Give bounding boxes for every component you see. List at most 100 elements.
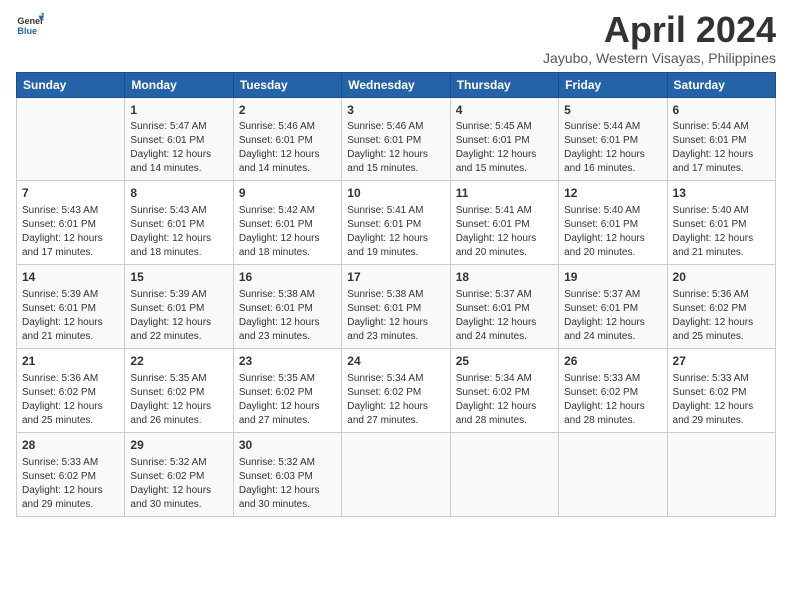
day-number: 5 xyxy=(564,102,661,119)
day-number: 16 xyxy=(239,269,336,286)
day-info: Sunrise: 5:33 AM Sunset: 6:02 PM Dayligh… xyxy=(22,456,119,512)
day-cell xyxy=(450,432,558,516)
day-info: Sunrise: 5:41 AM Sunset: 6:01 PM Dayligh… xyxy=(456,204,553,260)
page-header: General Blue April 2024 Jayubo, Western … xyxy=(16,10,776,66)
day-number: 22 xyxy=(130,353,227,370)
day-cell: 14Sunrise: 5:39 AM Sunset: 6:01 PM Dayli… xyxy=(17,265,125,349)
day-cell: 11Sunrise: 5:41 AM Sunset: 6:01 PM Dayli… xyxy=(450,181,558,265)
day-cell: 26Sunrise: 5:33 AM Sunset: 6:02 PM Dayli… xyxy=(559,348,667,432)
day-number: 3 xyxy=(347,102,444,119)
day-info: Sunrise: 5:37 AM Sunset: 6:01 PM Dayligh… xyxy=(456,288,553,344)
day-cell xyxy=(342,432,450,516)
day-cell xyxy=(17,97,125,181)
day-number: 23 xyxy=(239,353,336,370)
day-info: Sunrise: 5:47 AM Sunset: 6:01 PM Dayligh… xyxy=(130,120,227,176)
day-info: Sunrise: 5:34 AM Sunset: 6:02 PM Dayligh… xyxy=(347,372,444,428)
day-info: Sunrise: 5:41 AM Sunset: 6:01 PM Dayligh… xyxy=(347,204,444,260)
day-info: Sunrise: 5:32 AM Sunset: 6:03 PM Dayligh… xyxy=(239,456,336,512)
week-row-4: 21Sunrise: 5:36 AM Sunset: 6:02 PM Dayli… xyxy=(17,348,776,432)
header-cell-monday: Monday xyxy=(125,72,233,97)
day-cell: 3Sunrise: 5:46 AM Sunset: 6:01 PM Daylig… xyxy=(342,97,450,181)
day-info: Sunrise: 5:46 AM Sunset: 6:01 PM Dayligh… xyxy=(347,120,444,176)
day-cell: 7 Sunrise: 5:43 AM Sunset: 6:01 PM Daylig… xyxy=(17,181,125,265)
logo-icon: General Blue xyxy=(16,10,44,38)
day-cell: 28 Sunrise: 5:33 AM Sunset: 6:02 PM Dayli… xyxy=(17,432,125,516)
day-cell: 12 Sunrise: 5:40 AM Sunset: 6:01 PM Dayli… xyxy=(559,181,667,265)
calendar-table: SundayMondayTuesdayWednesdayThursdayFrid… xyxy=(16,72,776,517)
day-number: 19 xyxy=(564,269,661,286)
day-info: Sunrise: 5:44 AM Sunset: 6:01 PM Dayligh… xyxy=(564,120,661,176)
title-block: April 2024 Jayubo, Western Visayas, Phil… xyxy=(543,10,776,66)
day-info: Sunrise: 5:37 AM Sunset: 6:01 PM Dayligh… xyxy=(564,288,661,344)
day-number: 27 xyxy=(673,353,770,370)
day-cell: 27 Sunrise: 5:33 AM Sunset: 6:02 PM Dayli… xyxy=(667,348,775,432)
day-number: 26 xyxy=(564,353,661,370)
day-number: 14 xyxy=(22,269,119,286)
day-cell: 2Sunrise: 5:46 AM Sunset: 6:01 PM Daylig… xyxy=(233,97,341,181)
header-cell-wednesday: Wednesday xyxy=(342,72,450,97)
day-number: 17 xyxy=(347,269,444,286)
day-number: 9 xyxy=(239,185,336,202)
day-number: 6 xyxy=(673,102,770,119)
day-info: Sunrise: 5:33 AM Sunset: 6:02 PM Dayligh… xyxy=(673,372,770,428)
header-cell-saturday: Saturday xyxy=(667,72,775,97)
day-number: 7 xyxy=(22,185,119,202)
day-info: Sunrise: 5:35 AM Sunset: 6:02 PM Dayligh… xyxy=(239,372,336,428)
day-info: Sunrise: 5:39 AM Sunset: 6:01 PM Dayligh… xyxy=(130,288,227,344)
day-info: Sunrise: 5:34 AM Sunset: 6:02 PM Dayligh… xyxy=(456,372,553,428)
day-info: Sunrise: 5:32 AM Sunset: 6:02 PM Dayligh… xyxy=(130,456,227,512)
day-number: 1 xyxy=(130,102,227,119)
day-cell: 29 Sunrise: 5:32 AM Sunset: 6:02 PM Dayli… xyxy=(125,432,233,516)
week-row-1: 1Sunrise: 5:47 AM Sunset: 6:01 PM Daylig… xyxy=(17,97,776,181)
day-info: Sunrise: 5:46 AM Sunset: 6:01 PM Dayligh… xyxy=(239,120,336,176)
day-cell: 21Sunrise: 5:36 AM Sunset: 6:02 PM Dayli… xyxy=(17,348,125,432)
day-number: 15 xyxy=(130,269,227,286)
day-number: 12 xyxy=(564,185,661,202)
day-cell: 16 Sunrise: 5:38 AM Sunset: 6:01 PM Dayli… xyxy=(233,265,341,349)
header-cell-sunday: Sunday xyxy=(17,72,125,97)
day-cell xyxy=(559,432,667,516)
day-cell: 8 Sunrise: 5:43 AM Sunset: 6:01 PM Daylig… xyxy=(125,181,233,265)
day-cell: 15 Sunrise: 5:39 AM Sunset: 6:01 PM Dayli… xyxy=(125,265,233,349)
svg-text:Blue: Blue xyxy=(17,26,37,36)
day-info: Sunrise: 5:40 AM Sunset: 6:01 PM Dayligh… xyxy=(673,204,770,260)
day-cell: 6Sunrise: 5:44 AM Sunset: 6:01 PM Daylig… xyxy=(667,97,775,181)
day-number: 21 xyxy=(22,353,119,370)
day-number: 20 xyxy=(673,269,770,286)
day-info: Sunrise: 5:38 AM Sunset: 6:01 PM Dayligh… xyxy=(347,288,444,344)
day-number: 24 xyxy=(347,353,444,370)
day-number: 13 xyxy=(673,185,770,202)
day-number: 4 xyxy=(456,102,553,119)
day-cell: 4Sunrise: 5:45 AM Sunset: 6:01 PM Daylig… xyxy=(450,97,558,181)
header-row: SundayMondayTuesdayWednesdayThursdayFrid… xyxy=(17,72,776,97)
day-info: Sunrise: 5:42 AM Sunset: 6:01 PM Dayligh… xyxy=(239,204,336,260)
day-info: Sunrise: 5:36 AM Sunset: 6:02 PM Dayligh… xyxy=(673,288,770,344)
day-number: 25 xyxy=(456,353,553,370)
day-number: 2 xyxy=(239,102,336,119)
week-row-3: 14 Sunrise: 5:39 AM Sunset: 6:01 PM Dayli… xyxy=(17,265,776,349)
day-info: Sunrise: 5:43 AM Sunset: 6:01 PM Dayligh… xyxy=(130,204,227,260)
day-cell xyxy=(667,432,775,516)
day-number: 28 xyxy=(22,437,119,454)
day-cell: 18Sunrise: 5:37 AM Sunset: 6:01 PM Dayli… xyxy=(450,265,558,349)
day-number: 10 xyxy=(347,185,444,202)
day-number: 29 xyxy=(130,437,227,454)
day-cell: 10 Sunrise: 5:41 AM Sunset: 6:01 PM Dayli… xyxy=(342,181,450,265)
day-cell: 20 Sunrise: 5:36 AM Sunset: 6:02 PM Dayli… xyxy=(667,265,775,349)
day-cell: 23 Sunrise: 5:35 AM Sunset: 6:02 PM Dayli… xyxy=(233,348,341,432)
day-cell: 30 Sunrise: 5:32 AM Sunset: 6:03 PM Dayli… xyxy=(233,432,341,516)
logo: General Blue xyxy=(16,10,44,38)
header-cell-tuesday: Tuesday xyxy=(233,72,341,97)
day-info: Sunrise: 5:40 AM Sunset: 6:01 PM Dayligh… xyxy=(564,204,661,260)
day-cell: 13 Sunrise: 5:40 AM Sunset: 6:01 PM Dayli… xyxy=(667,181,775,265)
week-row-2: 7 Sunrise: 5:43 AM Sunset: 6:01 PM Daylig… xyxy=(17,181,776,265)
header-cell-friday: Friday xyxy=(559,72,667,97)
day-info: Sunrise: 5:35 AM Sunset: 6:02 PM Dayligh… xyxy=(130,372,227,428)
day-info: Sunrise: 5:43 AM Sunset: 6:01 PM Dayligh… xyxy=(22,204,119,260)
day-info: Sunrise: 5:38 AM Sunset: 6:01 PM Dayligh… xyxy=(239,288,336,344)
day-cell: 24 Sunrise: 5:34 AM Sunset: 6:02 PM Dayli… xyxy=(342,348,450,432)
day-number: 30 xyxy=(239,437,336,454)
day-number: 8 xyxy=(130,185,227,202)
week-row-5: 28 Sunrise: 5:33 AM Sunset: 6:02 PM Dayli… xyxy=(17,432,776,516)
day-cell: 9 Sunrise: 5:42 AM Sunset: 6:01 PM Daylig… xyxy=(233,181,341,265)
